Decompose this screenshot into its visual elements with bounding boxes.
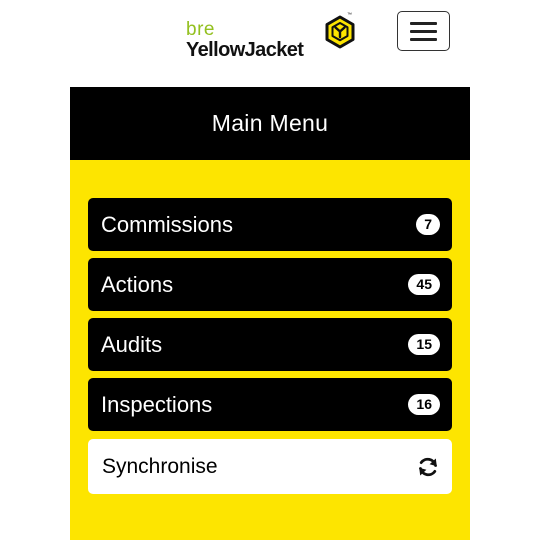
logo-bre-text: bre: [186, 19, 215, 40]
menu-item-commissions[interactable]: Commissions 7: [88, 198, 452, 251]
count-badge: 7: [416, 214, 440, 235]
menu-item-actions[interactable]: Actions 45: [88, 258, 452, 311]
sync-icon: [419, 457, 437, 477]
count-badge: 15: [408, 334, 440, 355]
menu-item-label: Audits: [101, 332, 163, 357]
menu-item-label: Commissions: [101, 212, 234, 237]
menu-item-inspections[interactable]: Inspections 16: [88, 378, 452, 431]
synchronise-label: Synchronise: [102, 455, 218, 478]
main-menu-title: Main Menu: [70, 87, 470, 160]
logo[interactable]: bre YellowJacket ™: [186, 12, 356, 61]
trademark-symbol: ™: [347, 12, 352, 18]
menu-item-label: Inspections: [101, 392, 213, 417]
page: bre YellowJacket ™ Main Menu Commissions…: [0, 0, 540, 540]
menu-item-label: Actions: [101, 272, 174, 297]
hamburger-menu-icon: [410, 30, 437, 33]
count-badge: 45: [408, 274, 440, 295]
hamburger-menu-icon: [410, 38, 437, 41]
hamburger-menu-button[interactable]: [397, 11, 450, 51]
count-badge: 16: [408, 394, 440, 415]
menu-item-audits[interactable]: Audits 15: [88, 318, 452, 371]
logo-yellowjacket-text: YellowJacket: [186, 39, 304, 61]
hamburger-menu-icon: [410, 22, 437, 25]
yellowjacket-hexagon-icon: [325, 15, 355, 49]
synchronise-button[interactable]: Synchronise: [88, 439, 452, 494]
